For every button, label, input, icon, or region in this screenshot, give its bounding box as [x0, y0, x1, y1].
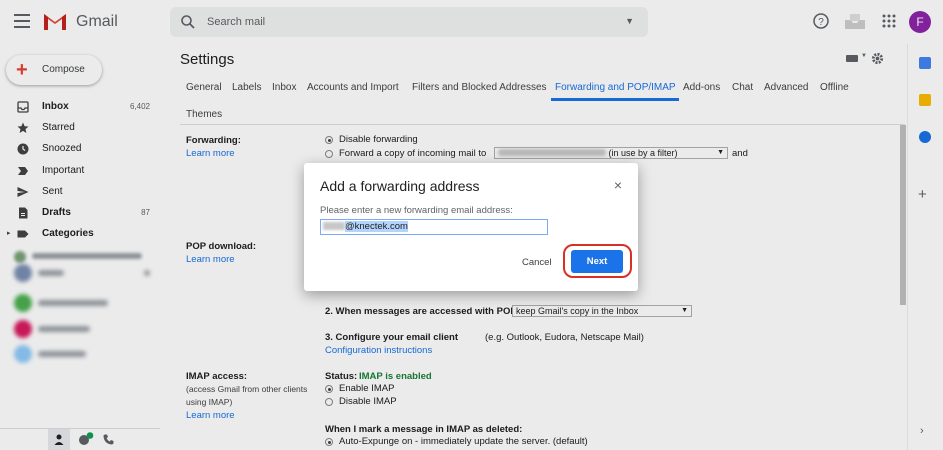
cancel-button[interactable]: Cancel — [522, 257, 552, 268]
dialog-title: Add a forwarding address — [320, 178, 480, 194]
dialog-prompt: Please enter a new forwarding email addr… — [320, 205, 513, 216]
next-button[interactable]: Next — [571, 250, 623, 273]
forwarding-email-input[interactable]: @knectek.com — [320, 219, 548, 235]
gmail-page: Gmail Search mail ▼ ? F + Compose Inbox … — [0, 0, 943, 450]
add-forwarding-dialog: Add a forwarding address × Please enter … — [304, 163, 638, 291]
close-icon[interactable]: × — [614, 177, 622, 193]
forwarding-email-domain: @knectek.com — [345, 221, 408, 232]
blurred-username — [323, 222, 345, 230]
